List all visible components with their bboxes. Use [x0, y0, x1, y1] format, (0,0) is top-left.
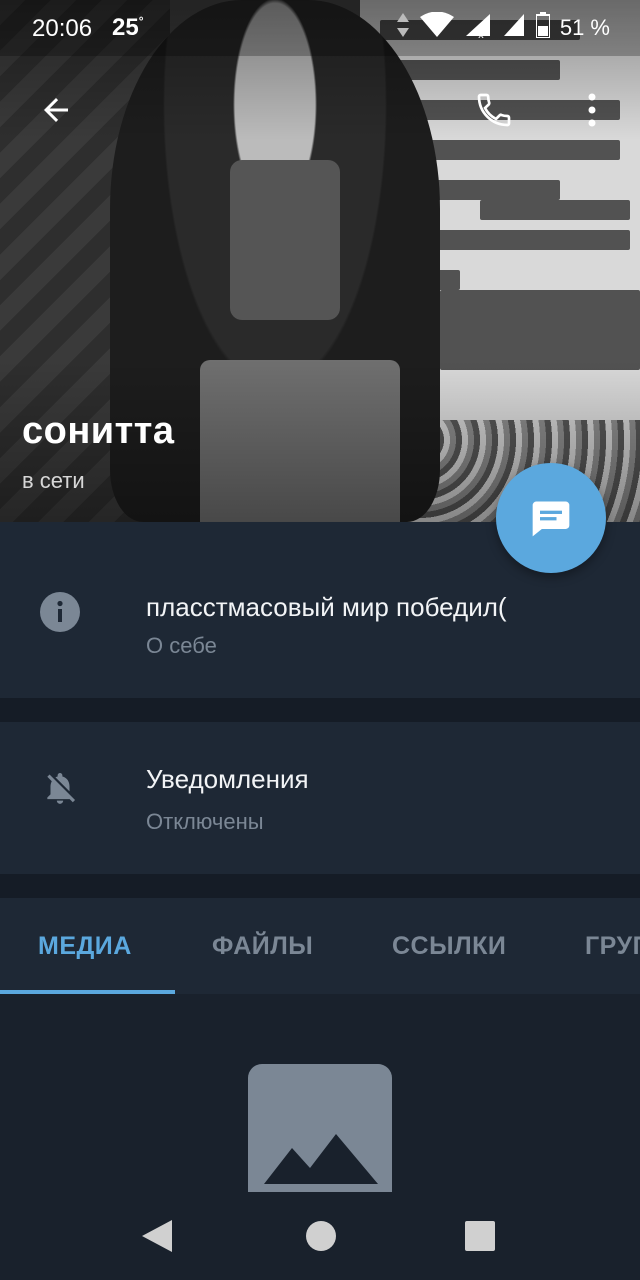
section-divider	[0, 874, 640, 898]
status-temperature-unit: °	[138, 14, 144, 28]
media-tabs: МЕДИА ФАЙЛЫ ССЫЛКИ ГРУППЫ	[0, 898, 640, 994]
status-icons: x 51 %	[396, 11, 610, 44]
status-time: 20:06	[32, 15, 93, 42]
nav-back-button[interactable]	[140, 1218, 174, 1259]
tab-links[interactable]: ССЫЛКИ	[392, 932, 506, 961]
about-label: О себе	[146, 633, 217, 658]
profile-online-status: в сети	[22, 468, 85, 493]
back-button[interactable]	[32, 86, 80, 134]
send-message-fab[interactable]	[496, 463, 606, 573]
signal-icon-2	[502, 12, 526, 44]
status-temperature-value: 25	[112, 14, 139, 41]
data-transfer-icon	[396, 12, 410, 44]
notifications-setting[interactable]: Уведомления Отключены	[0, 722, 640, 874]
svg-text:x: x	[478, 30, 484, 38]
chat-bubble-icon	[532, 501, 570, 537]
call-button[interactable]	[470, 86, 518, 134]
nav-home-button[interactable]	[305, 1220, 337, 1257]
status-temperature: 25°	[112, 14, 144, 42]
battery-percentage: 51 %	[559, 15, 610, 40]
notifications-value: Отключены	[146, 809, 264, 834]
nav-recents-button[interactable]	[465, 1221, 495, 1256]
status-bar: 20:06 25° x 51 %	[0, 0, 640, 56]
profile-name: сонитта	[22, 410, 175, 452]
battery-icon	[534, 12, 551, 44]
info-icon	[40, 592, 80, 632]
phone-icon	[477, 93, 511, 127]
tab-media[interactable]: МЕДИА	[38, 932, 132, 961]
system-nav-bar	[0, 1192, 640, 1280]
more-vert-icon	[588, 93, 596, 127]
image-placeholder-icon	[248, 1064, 392, 1192]
section-divider	[0, 698, 640, 722]
nav-back-icon	[142, 1220, 172, 1252]
signal-icon: x	[464, 12, 492, 44]
wifi-icon	[419, 11, 454, 44]
nav-recents-icon	[465, 1221, 495, 1251]
about-text: пласстмасовый мир победил(	[146, 592, 507, 622]
tab-files[interactable]: ФАЙЛЫ	[212, 932, 313, 961]
tab-groups[interactable]: ГРУППЫ	[585, 932, 640, 961]
bell-off-icon	[40, 768, 80, 808]
notifications-title: Уведомления	[146, 764, 309, 794]
back-arrow-icon	[44, 98, 68, 122]
more-options-button[interactable]	[568, 86, 616, 134]
nav-home-icon	[306, 1221, 336, 1251]
